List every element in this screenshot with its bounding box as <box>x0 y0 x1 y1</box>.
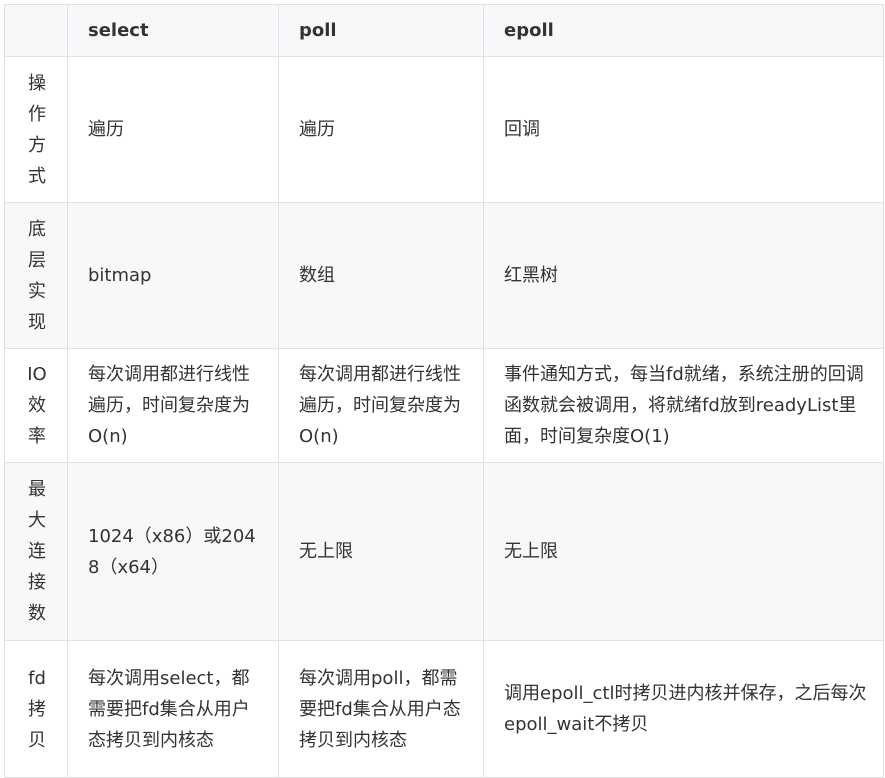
epoll-cell: 无上限 <box>483 462 884 641</box>
comparison-table: select poll epoll 操作方式 遍历 遍历 回调 底层实现 bit… <box>4 4 884 778</box>
select-cell: 每次调用都进行线性遍历，时间复杂度为O(n) <box>67 348 279 463</box>
select-cell: 每次调用select，都需要把fd集合从用户态拷贝到内核态 <box>67 640 279 778</box>
table-row: 操作方式 遍历 遍历 回调 <box>4 56 884 203</box>
table-row: 底层实现 bitmap 数组 红黑树 <box>4 202 884 349</box>
row-label-cell: 操作方式 <box>4 56 68 203</box>
header-poll: poll <box>278 4 484 57</box>
row-label-cell: 底层实现 <box>4 202 68 349</box>
row-label-cell: 最大连接数 <box>4 462 68 641</box>
row-label: 最大连接数 <box>28 479 46 624</box>
header-select: select <box>67 4 279 57</box>
row-label: 操作方式 <box>28 72 46 187</box>
epoll-cell: 红黑树 <box>483 202 884 349</box>
poll-cell: 每次调用都进行线性遍历，时间复杂度为O(n) <box>278 348 484 463</box>
poll-cell: 数组 <box>278 202 484 349</box>
header-empty <box>4 4 68 57</box>
row-label: 底层实现 <box>28 218 46 333</box>
row-label-cell: fd拷贝 <box>4 640 68 778</box>
table-header-row: select poll epoll <box>4 4 884 57</box>
poll-cell: 无上限 <box>278 462 484 641</box>
row-label-cell: IO效率 <box>4 348 68 463</box>
table-row: 最大连接数 1024（x86）或2048（x64） 无上限 无上限 <box>4 462 884 641</box>
row-label: IO效率 <box>27 364 47 447</box>
poll-cell: 每次调用poll，都需要把fd集合从用户态拷贝到内核态 <box>278 640 484 778</box>
epoll-cell: 事件通知方式，每当fd就绪，系统注册的回调函数就会被调用，将就绪fd放到read… <box>483 348 884 463</box>
header-epoll: epoll <box>483 4 884 57</box>
poll-cell: 遍历 <box>278 56 484 203</box>
table-row: IO效率 每次调用都进行线性遍历，时间复杂度为O(n) 每次调用都进行线性遍历，… <box>4 348 884 463</box>
select-cell: 1024（x86）或2048（x64） <box>67 462 279 641</box>
epoll-cell: 回调 <box>483 56 884 203</box>
row-label: fd拷贝 <box>28 667 46 751</box>
epoll-cell: 调用epoll_ctl时拷贝进内核并保存，之后每次epoll_wait不拷贝 <box>483 640 884 778</box>
table-row: fd拷贝 每次调用select，都需要把fd集合从用户态拷贝到内核态 每次调用p… <box>4 640 884 778</box>
select-cell: bitmap <box>67 202 279 349</box>
comparison-table-container: select poll epoll 操作方式 遍历 遍历 回调 底层实现 bit… <box>4 4 884 778</box>
select-cell: 遍历 <box>67 56 279 203</box>
